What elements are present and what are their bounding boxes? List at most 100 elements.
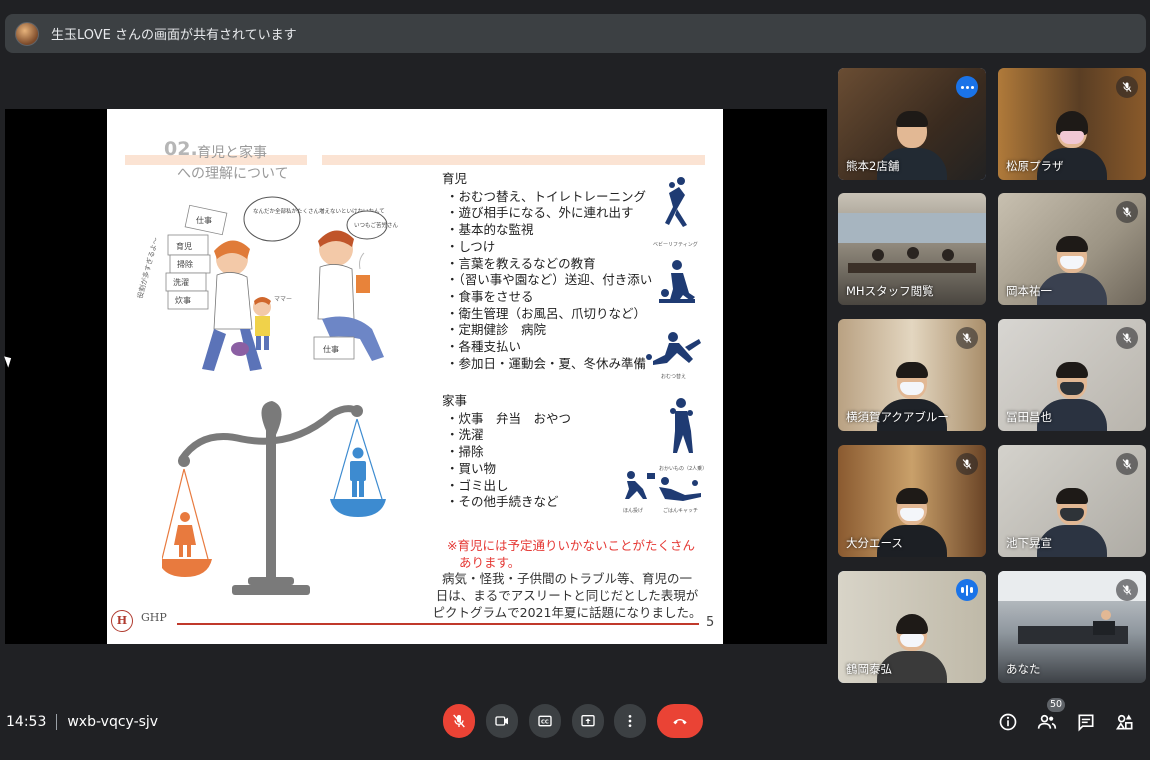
participant-name: 鶴岡泰弘: [846, 662, 892, 676]
pictogram-caption: ベビーリフティング: [653, 242, 698, 248]
childcare-list: ・おむつ替え、トイレトレーニング ・遊び相手になる、外に連れ出す ・基本的な監視…: [442, 189, 652, 373]
list-item: ・洗濯: [446, 427, 484, 443]
childcare-heading: 育児: [442, 171, 468, 186]
participant-tile[interactable]: 熊本2店舗: [838, 68, 986, 180]
note-body-line: 日は、まるでアスリートと同じだとした表現が: [435, 588, 699, 603]
leave-call-button[interactable]: [657, 704, 703, 738]
list-item: ・その他手続きなど: [446, 494, 559, 510]
presentation-slide: 02. 育児と家事 への理解について なんだか全部私がたくさん増えないといけない…: [107, 109, 723, 644]
captions-icon: CC: [538, 715, 552, 727]
present-screen-button[interactable]: [572, 704, 604, 738]
pictogram-caption: おかいもの（2人乗）: [659, 466, 708, 472]
ghp-logo: H: [111, 610, 133, 632]
microphone-toggle-button[interactable]: [443, 704, 475, 738]
participant-name: 松原プラザ: [1006, 159, 1064, 173]
participant-tile[interactable]: 松原プラザ: [998, 68, 1146, 180]
mic-off-icon: [453, 714, 465, 728]
participant-name: 横須賀アクアブルー: [846, 410, 949, 424]
list-item: ・食事をさせる: [446, 288, 534, 304]
mic-off-icon: [1116, 453, 1138, 475]
bottom-control-bar: 14:53 wxb-vqcy-sjv CC: [0, 690, 1150, 760]
note-body-line: ピクトグラムで2021年夏に話題になりました。: [432, 605, 702, 620]
housework-heading: 家事: [442, 393, 468, 408]
footer-rule: [177, 623, 699, 625]
child-text: ママー: [274, 296, 292, 303]
participant-name: 池下晃宣: [1006, 536, 1052, 550]
participant-name: 岡本祐一: [1006, 284, 1052, 298]
sign-work-father: 仕事: [323, 344, 339, 354]
note-body-line: 病気・怪我・子供間のトラブル等、育児の一: [441, 571, 692, 586]
speaking-indicator-icon: [956, 579, 978, 601]
slide-page-number: 5: [706, 615, 715, 630]
list-item: ・しつけ: [446, 238, 496, 254]
participant-tile[interactable]: 冨田昌也: [998, 319, 1146, 431]
more-options-button[interactable]: [614, 704, 646, 738]
sign-cleaning: 掃除: [177, 259, 193, 269]
housework-list: ・炊事 弁当 おやつ ・洗濯 ・掃除 ・買い物 ・ゴミ出し ・その他手続きなど: [442, 411, 571, 511]
note-red-line: あります。: [459, 555, 521, 570]
mic-off-icon: [1116, 201, 1138, 223]
pictogram-baby-lifting-icon: [665, 177, 687, 227]
note-red: ※育児には予定通りいかないことがたくさん あります。: [447, 537, 695, 571]
mic-off-icon: [956, 327, 978, 349]
father-speech-bubble: いつもご苦労さん: [354, 221, 399, 229]
pictogram-caption: ほん投げ: [623, 508, 644, 514]
list-item: ・買い物: [446, 460, 497, 476]
pictogram-caption: おむつ替え: [661, 374, 687, 380]
balance-scale-graphic: [162, 401, 386, 595]
participant-tile[interactable]: 鶴岡泰弘: [838, 571, 986, 683]
sign-work: 仕事: [196, 215, 212, 225]
participant-tile[interactable]: 岡本祐一: [998, 193, 1146, 305]
sign-laundry: 洗濯: [173, 277, 189, 287]
list-item: ・炊事 弁当 おやつ: [446, 410, 572, 426]
participant-tile[interactable]: 横須賀アクアブルー: [838, 319, 986, 431]
chat-button[interactable]: [1074, 710, 1098, 734]
participant-tile[interactable]: 大分エース: [838, 445, 986, 557]
mic-off-icon: [1116, 327, 1138, 349]
list-item: ・定期健診 病院: [446, 322, 547, 338]
list-item: ・言葉を教えるなどの教育: [446, 255, 596, 271]
participant-tile[interactable]: 池下晃宣: [998, 445, 1146, 557]
participant-name: MHスタッフ閲覧: [846, 284, 934, 298]
childcare-section: 育児 ・おむつ替え、トイレトレーニング ・遊び相手になる、外に連れ出す ・基本的…: [442, 171, 652, 372]
captions-button[interactable]: CC: [529, 704, 561, 738]
screen-share-banner: 生玉LOVE さんの画面が共有されています: [5, 14, 1146, 53]
note-body: 病気・怪我・子供間のトラブル等、育児の一 日は、まるでアスリートと同じだとした表…: [432, 570, 702, 621]
mic-off-icon: [956, 453, 978, 475]
pictogram-diaper-change-icon: [646, 332, 701, 365]
participant-name: 大分エース: [846, 536, 903, 550]
activities-button[interactable]: [1113, 710, 1137, 734]
hangup-icon: [673, 719, 687, 725]
info-icon: [999, 713, 1017, 731]
list-item: ・衛生管理（お風呂、爪切りなど）: [446, 305, 647, 321]
participant-count-badge: 50: [1047, 698, 1066, 712]
participant-tile[interactable]: MHスタッフ閲覧: [838, 193, 986, 305]
present-icon: [581, 715, 595, 727]
pictogram-meal-catch-icon: [659, 477, 701, 501]
sign-cooking: 炊事: [175, 295, 191, 305]
list-item: ・掃除: [446, 444, 484, 460]
camera-icon: [495, 716, 508, 726]
meeting-details-button[interactable]: [996, 710, 1020, 734]
more-options-icon[interactable]: [956, 76, 978, 98]
activities-icon: [1115, 714, 1133, 730]
note-red-line: ※育児には予定通りいかないことがたくさん: [447, 538, 695, 553]
list-item: ・おむつ替え、トイレトレーニング: [446, 188, 647, 204]
list-item: ・参加日・運動会・夏、冬休み準備: [446, 355, 647, 371]
chat-icon: [1078, 714, 1094, 732]
camera-toggle-button[interactable]: [486, 704, 518, 738]
meeting-info: 14:53 wxb-vqcy-sjv: [6, 714, 158, 730]
slide-title-line2: への理解について: [177, 166, 289, 182]
participants-button[interactable]: [1035, 710, 1059, 734]
presenter-avatar: [15, 21, 39, 46]
meeting-time: 14:53: [6, 714, 47, 730]
pictogram-caption: ごはんキャッチ: [663, 508, 699, 514]
participant-name: 熊本2店舗: [846, 159, 900, 173]
list-item: ・基本的な監視: [446, 222, 534, 238]
slide-title-line1: 育児と家事: [197, 145, 267, 161]
family-illustration: なんだか全部私がたくさん増えないといけないなんて いつもご苦労さん 仕事 育児 …: [135, 196, 399, 371]
svg-text:CC: CC: [541, 720, 549, 726]
side-text: 役割が多すぎるよ～: [135, 236, 160, 299]
list-item: ・各種支払い: [446, 339, 522, 355]
participant-tile[interactable]: あなた: [998, 571, 1146, 683]
